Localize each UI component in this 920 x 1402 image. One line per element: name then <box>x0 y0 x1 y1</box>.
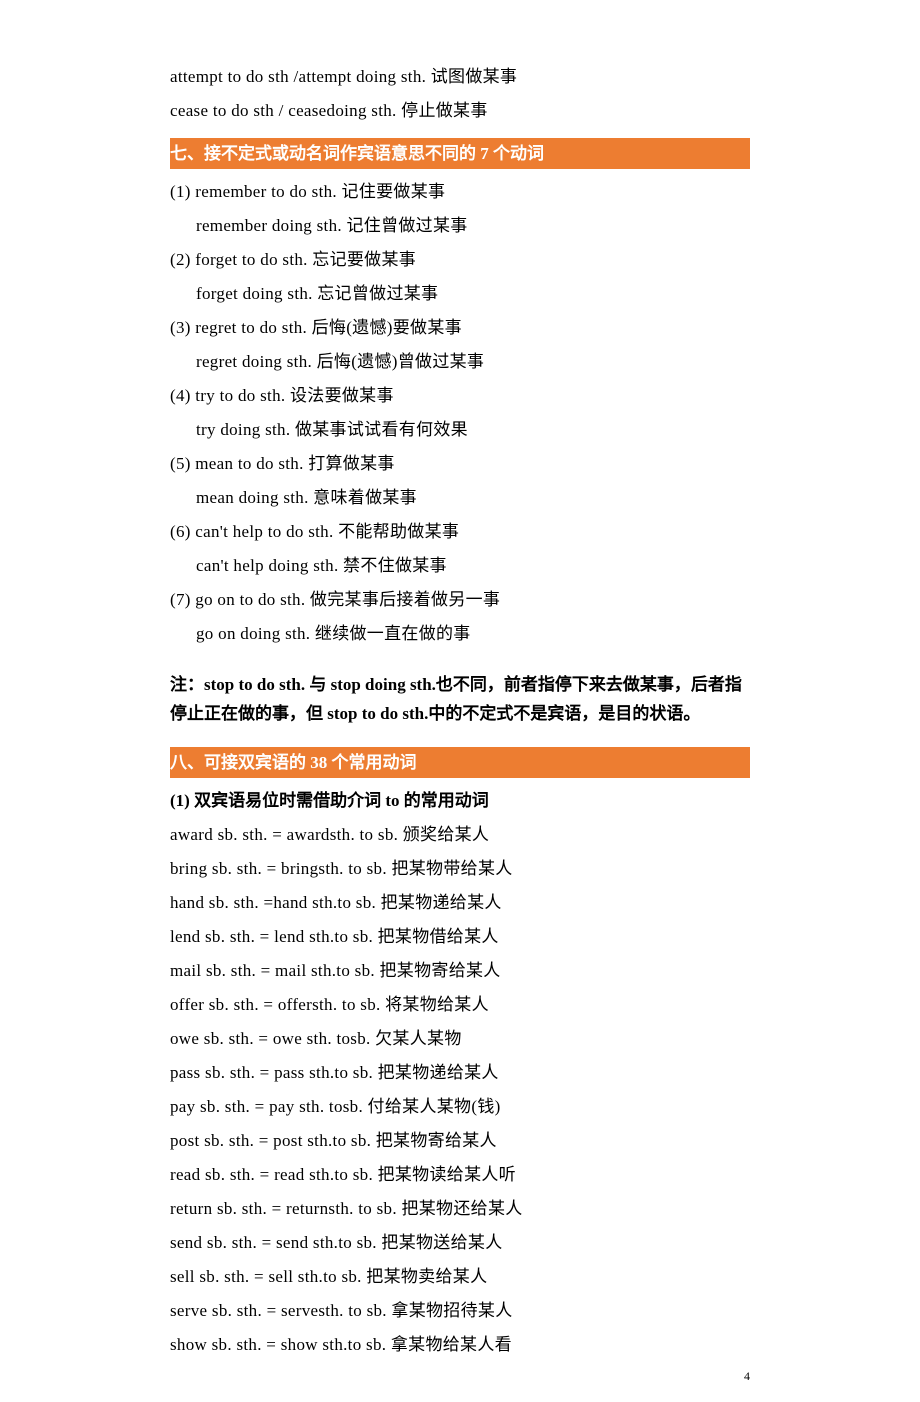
page-number: 4 <box>744 1369 750 1384</box>
s8-item: hand sb. sth. =hand sth.to sb. 把某物递给某人 <box>170 886 750 920</box>
s8-item: owe sb. sth. = owe sth. tosb. 欠某人某物 <box>170 1022 750 1056</box>
s8-item: serve sb. sth. = servesth. to sb. 拿某物招待某… <box>170 1294 750 1328</box>
s8-item: lend sb. sth. = lend sth.to sb. 把某物借给某人 <box>170 920 750 954</box>
s7-item: (1) remember to do sth. 记住要做某事 <box>170 175 750 209</box>
s8-item: mail sb. sth. = mail sth.to sb. 把某物寄给某人 <box>170 954 750 988</box>
section-7-note: 注：stop to do sth. 与 stop doing sth.也不同，前… <box>170 671 750 729</box>
s8-item: offer sb. sth. = offersth. to sb. 将某物给某人 <box>170 988 750 1022</box>
s8-item: sell sb. sth. = sell sth.to sb. 把某物卖给某人 <box>170 1260 750 1294</box>
s7-item: (6) can't help to do sth. 不能帮助做某事 <box>170 515 750 549</box>
s7-item: (5) mean to do sth. 打算做某事 <box>170 447 750 481</box>
s7-item: can't help doing sth. 禁不住做某事 <box>170 549 750 583</box>
section-8-subhead: (1) 双宾语易位时需借助介词 to 的常用动词 <box>170 784 750 818</box>
s8-item: bring sb. sth. = bringsth. to sb. 把某物带给某… <box>170 852 750 886</box>
s7-item: go on doing sth. 继续做一直在做的事 <box>170 617 750 651</box>
s8-item: award sb. sth. = awardsth. to sb. 颁奖给某人 <box>170 818 750 852</box>
s8-item: post sb. sth. = post sth.to sb. 把某物寄给某人 <box>170 1124 750 1158</box>
s7-item: (2) forget to do sth. 忘记要做某事 <box>170 243 750 277</box>
s7-item: remember doing sth. 记住曾做过某事 <box>170 209 750 243</box>
section-7-header: 七、接不定式或动名词作宾语意思不同的 7 个动词 <box>170 138 750 169</box>
s8-item: pay sb. sth. = pay sth. tosb. 付给某人某物(钱) <box>170 1090 750 1124</box>
s8-item: pass sb. sth. = pass sth.to sb. 把某物递给某人 <box>170 1056 750 1090</box>
s7-item: (3) regret to do sth. 后悔(遗憾)要做某事 <box>170 311 750 345</box>
intro-line-2: cease to do sth / ceasedoing sth. 停止做某事 <box>170 94 750 128</box>
s7-item: forget doing sth. 忘记曾做过某事 <box>170 277 750 311</box>
s7-item: regret doing sth. 后悔(遗憾)曾做过某事 <box>170 345 750 379</box>
s7-item: mean doing sth. 意味着做某事 <box>170 481 750 515</box>
section-8-header: 八、可接双宾语的 38 个常用动词 <box>170 747 750 778</box>
s8-item: read sb. sth. = read sth.to sb. 把某物读给某人听 <box>170 1158 750 1192</box>
intro-line-1: attempt to do sth /attempt doing sth. 试图… <box>170 60 750 94</box>
s8-item: show sb. sth. = show sth.to sb. 拿某物给某人看 <box>170 1328 750 1362</box>
s8-item: send sb. sth. = send sth.to sb. 把某物送给某人 <box>170 1226 750 1260</box>
s7-item: (7) go on to do sth. 做完某事后接着做另一事 <box>170 583 750 617</box>
s7-item: try doing sth. 做某事试试看有何效果 <box>170 413 750 447</box>
s8-item: return sb. sth. = returnsth. to sb. 把某物还… <box>170 1192 750 1226</box>
s7-item: (4) try to do sth. 设法要做某事 <box>170 379 750 413</box>
